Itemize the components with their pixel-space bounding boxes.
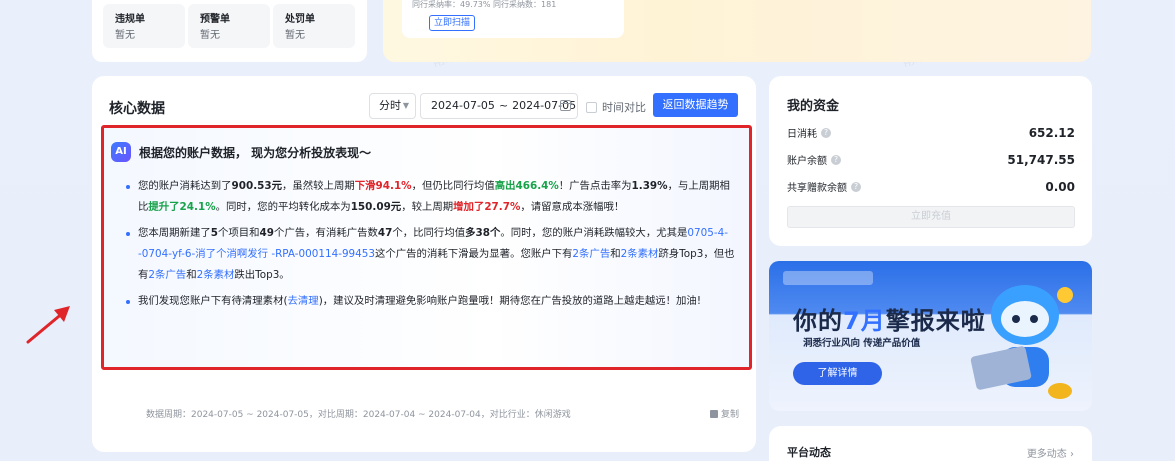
top3-ads-link[interactable]: 2条广告	[572, 248, 610, 260]
risk-card-value: 暂无	[285, 30, 305, 41]
funds-title: 我的资金	[787, 99, 840, 114]
learn-more-button[interactable]: 了解详情	[793, 362, 882, 385]
banner-headline: 你的7月擎报来啦	[793, 301, 986, 336]
spend-value: 900.53元	[231, 180, 283, 192]
time-compare-label: 时间对比	[602, 101, 646, 114]
risk-card-value: 暂无	[200, 30, 220, 41]
ctr-value: 1.39%	[631, 180, 668, 192]
time-compare-checkbox[interactable]: 时间对比	[586, 99, 646, 115]
text-segment: 个广告，有消耗广告数	[274, 227, 378, 239]
text-segment: ，较上周期	[401, 201, 454, 213]
clean-up-link[interactable]: 去清理	[288, 295, 319, 307]
text-segment: )，建议及时清理避免影响账户跑量哦！期待您在广告投放的道路上越走越远！加油!	[318, 295, 701, 307]
risk-card-title: 违规单	[115, 14, 145, 25]
date-separator: ~	[498, 99, 509, 112]
dropped-ads-link[interactable]: 2条广告	[148, 269, 186, 281]
text-segment: 我们发现您账户下有待清理素材(	[138, 295, 288, 307]
fund-value: 652.12	[1028, 125, 1075, 140]
text-segment: 和	[610, 248, 621, 260]
annotation-arrow-icon	[26, 306, 70, 344]
date-start: 2024-07-05	[431, 99, 495, 112]
text-segment: 您本周期新建了	[138, 227, 211, 239]
risk-card-title: 预警单	[200, 14, 230, 25]
list-item: 我们发现您账户下有待清理素材(去清理)，建议及时清理避免影响账户跑量哦！期待您在…	[126, 291, 740, 312]
text-segment: 这个广告的消耗下滑最为显著。您账户下有	[375, 248, 573, 260]
ai-analysis-title: 根据您的账户数据， 现为您分析投放表现～	[139, 145, 372, 160]
core-data-title: 核心数据	[109, 101, 165, 117]
risk-panel: 违规单 暂无 预警单 暂无 处罚单 暂无	[92, 0, 367, 62]
chevron-down-icon: ▼	[402, 101, 409, 110]
help-icon[interactable]: ?	[831, 154, 841, 165]
risk-card-value: 暂无	[115, 30, 135, 41]
ai-badge-icon: AI	[111, 142, 131, 162]
peer-compare: 高出466.4%	[494, 180, 559, 192]
help-icon[interactable]: ?	[851, 181, 861, 192]
ctr-change: 提升了24.1%	[148, 201, 216, 213]
ai-analysis-header: AI 根据您的账户数据， 现为您分析投放表现～	[111, 142, 371, 162]
granularity-select[interactable]: 分时 ▼	[369, 93, 416, 119]
scan-now-button[interactable]: 立即扫描	[429, 15, 475, 31]
robot-mascot-icon	[970, 285, 1073, 399]
cpa-change: 增加了27.7%	[453, 201, 521, 213]
fund-value: 51,747.55	[1007, 152, 1075, 167]
news-title: 平台动态	[787, 446, 831, 459]
text-segment: ，虽然较上周期	[282, 180, 355, 192]
ai-analysis-list: 您的账户消耗达到了900.53元，虽然较上周期下滑94.1%，但仍比同行均值高出…	[126, 176, 740, 317]
text-segment: 。同时，您的平均转化成本为	[215, 201, 351, 213]
peer-adoption-stat: 同行采纳率：49.73% 同行采纳数：181	[412, 0, 557, 9]
risk-card-title: 处罚单	[285, 14, 315, 25]
list-item: 您本周期新建了5个项目和49个广告，有消耗广告数47个，比同行均值多38个。同时…	[126, 223, 740, 286]
list-item: 您的账户消耗达到了900.53元，虽然较上周期下滑94.1%，但仍比同行均值高出…	[126, 176, 740, 218]
back-to-trend-button[interactable]: 返回数据趋势	[653, 93, 738, 117]
text-segment: 个项目和	[217, 227, 260, 239]
copy-icon	[710, 409, 718, 418]
project-count: 5	[210, 227, 218, 239]
my-funds-panel: 我的资金 日消耗? 652.12 账户余额? 51,747.55 共享赠款余额?…	[769, 76, 1092, 246]
risk-card-penalty[interactable]: 处罚单 暂无	[273, 4, 355, 48]
date-range-picker[interactable]: 2024-07-05 ~2024-07-05	[420, 93, 578, 119]
risk-card-warning[interactable]: 预警单 暂无	[188, 4, 270, 48]
optimize-panel: 同行采纳率：49.73% 同行采纳数：181 立即扫描	[383, 0, 1091, 62]
text-segment: 个，比同行均值	[392, 227, 466, 239]
platform-news-panel: 平台动态 更多动态 ›	[769, 426, 1092, 461]
calendar-icon	[560, 100, 571, 111]
text-segment: 和	[186, 269, 197, 281]
text-segment: 您的账户消耗达到了	[138, 180, 232, 192]
scan-card: 同行采纳率：49.73% 同行采纳数：181 立即扫描	[402, 0, 624, 38]
banner-blurred-logo	[783, 271, 873, 285]
more-news-link[interactable]: 更多动态 ›	[1027, 445, 1074, 460]
ai-analysis-box: AI 根据您的账户数据， 现为您分析投放表现～ 您的账户消耗达到了900.53元…	[101, 125, 752, 370]
fund-value: 0.00	[1045, 179, 1075, 194]
granularity-value: 分时	[379, 99, 401, 112]
text-segment: 跌出Top3。	[234, 269, 290, 281]
text-segment: 。同时，您的账户消耗跌幅较大，尤其是	[500, 227, 688, 239]
fund-row-balance: 账户余额? 51,747.55	[787, 152, 1075, 168]
cpa-value: 150.09元	[350, 201, 402, 213]
spending-ad-count: 47	[377, 227, 393, 239]
text-segment: ！广告点击率为	[558, 180, 632, 192]
checkbox-box[interactable]	[586, 101, 597, 113]
fund-row-daily-spend: 日消耗? 652.12	[787, 125, 1075, 141]
help-icon[interactable]: ?	[821, 127, 831, 138]
fund-label: 账户余额	[787, 156, 827, 167]
headline-part: 你的	[793, 307, 843, 335]
copy-button[interactable]: 复制	[710, 407, 739, 420]
text-segment: ，但仍比同行均值	[411, 180, 495, 192]
fund-row-shared-grant: 共享赠款余额? 0.00	[787, 179, 1075, 195]
banner-subtitle: 洞悉行业风向 传递产品价值	[803, 338, 921, 349]
fund-label: 共享赠款余额	[787, 183, 847, 194]
peer-ad-diff: 多38个	[465, 227, 501, 239]
top3-materials-link[interactable]: 2条素材	[621, 248, 659, 260]
recharge-button[interactable]: 立即充值	[787, 206, 1075, 228]
risk-card-violation[interactable]: 违规单 暂无	[103, 4, 185, 48]
copy-label: 复制	[721, 410, 740, 420]
data-period-note: 数据周期：2024-07-05 ~ 2024-07-05，对比周期：2024-0…	[146, 410, 571, 420]
fund-label: 日消耗	[787, 129, 817, 140]
ad-count: 49	[259, 227, 274, 239]
dropped-materials-link[interactable]: 2条素材	[197, 269, 235, 281]
headline-month: 7月	[843, 307, 886, 335]
spend-change: 下滑94.1%	[354, 180, 412, 192]
monthly-report-banner[interactable]: 你的7月擎报来啦 洞悉行业风向 传递产品价值 了解详情	[769, 261, 1092, 411]
text-segment: ，请留意成本涨幅哦！	[520, 201, 625, 213]
